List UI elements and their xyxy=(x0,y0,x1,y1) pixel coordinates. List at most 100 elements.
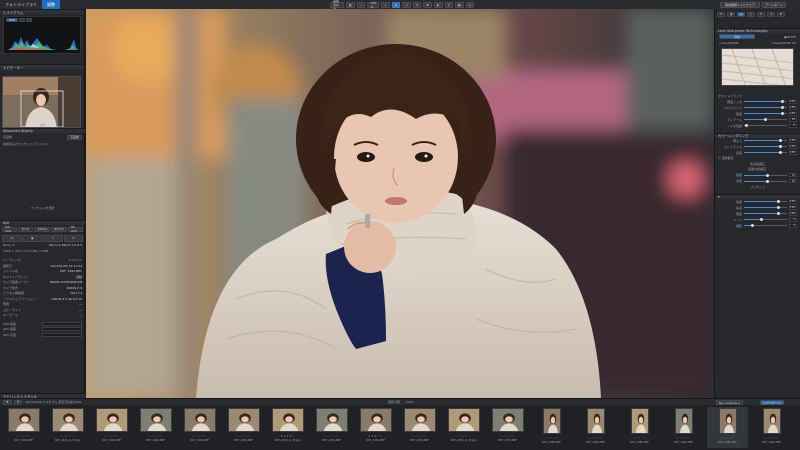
thumbnail-rating[interactable]: ☆☆☆☆☆ xyxy=(192,434,207,438)
slider-value[interactable]: 50 xyxy=(789,117,797,122)
histogram-header[interactable]: ヒストグラム xyxy=(0,9,84,15)
artboard-button[interactable]: アートボード xyxy=(762,1,786,8)
thumbnail-rating[interactable]: ☆☆☆☆☆ xyxy=(500,434,515,438)
slider-handle[interactable] xyxy=(781,112,785,115)
slider-value[interactable]: 100 xyxy=(789,205,797,210)
slider-track[interactable] xyxy=(744,139,787,142)
slider-track[interactable] xyxy=(744,100,787,103)
compare-button[interactable]: ◧ xyxy=(346,1,355,8)
thumbnail-rating[interactable]: ☆☆☆☆☆ xyxy=(236,434,251,438)
thumbnail-rating[interactable]: ☆☆☆☆☆ xyxy=(60,434,75,438)
filmstrip-thumbnail[interactable]: ☆☆☆☆☆ DSF_2454.NEF xyxy=(399,407,440,448)
slider-track[interactable] xyxy=(744,179,787,183)
slider-value[interactable]: 100 xyxy=(789,111,797,116)
slider-handle[interactable] xyxy=(764,118,767,121)
thumbnail-rating[interactable]: ☆☆☆☆☆ xyxy=(456,434,471,438)
thumbnail-rating[interactable]: ☆☆☆☆☆ xyxy=(588,436,603,440)
navigator-header[interactable]: ナビゲーター xyxy=(0,64,84,70)
option-prime[interactable]: ● PRIME xyxy=(784,34,796,40)
slider-value[interactable]: 100 xyxy=(789,138,797,143)
workspace-button[interactable]: 構成書類ミドルウェア xyxy=(720,1,760,8)
slider-value[interactable]: 50 xyxy=(789,179,797,183)
thumbnail-rating[interactable]: ★★★☆☆ xyxy=(368,434,383,438)
filmstrip-thumbnail[interactable]: ☆☆☆☆☆ DSF_2460.NEF xyxy=(619,407,660,448)
thumbnail-rating[interactable]: ☆☆☆☆☆ xyxy=(632,436,647,440)
eyedropper-icon[interactable]: ⚲ xyxy=(444,1,453,8)
filter-icon[interactable]: ⚑ xyxy=(3,399,12,405)
slider-handle[interactable] xyxy=(759,218,763,221)
custom-icon[interactable]: ★ xyxy=(777,11,785,17)
filmstrip-thumbnail[interactable]: ☆☆☆☆☆ DSF_2463.NEF xyxy=(751,407,792,448)
filmstrip-thumbnail[interactable]: ☆☆☆☆☆ DSF_2462.NEF xyxy=(707,407,748,448)
metadata-icon[interactable]: ℹ xyxy=(767,11,775,17)
repair-icon[interactable]: ✚ xyxy=(423,1,432,8)
thumbnail-rating[interactable]: ☆☆☆☆☆ xyxy=(324,434,339,438)
slider-track[interactable] xyxy=(744,112,787,115)
filmstrip-thumbnail[interactable]: ☆☆☆☆☆ DSF_2449.NEF xyxy=(179,407,220,448)
geometry-icon[interactable]: ▢ xyxy=(747,11,755,17)
filmstrip-thumbnail[interactable]: ☆☆☆☆☆ DSF_2458.NEF xyxy=(531,407,572,448)
filmstrip-thumbnail[interactable]: ☆☆☆☆☆ DSF_2445.NEF xyxy=(3,407,44,448)
slider-handle[interactable] xyxy=(779,139,783,142)
detail-preview[interactable] xyxy=(721,48,794,86)
slider-track[interactable] xyxy=(744,212,787,215)
filmstrip-thumbnail[interactable]: ☆☆☆☆☆ DSF_2456_G_3K.jpg xyxy=(443,407,484,448)
slider-value[interactable]: 100 xyxy=(789,199,797,204)
slider-handle[interactable] xyxy=(776,200,780,203)
tab-photo-library[interactable]: フォトライブラリ xyxy=(0,0,42,9)
slider-handle[interactable] xyxy=(766,173,770,177)
slider-handle[interactable] xyxy=(781,100,785,103)
sort-icon[interactable]: ⇅ xyxy=(13,399,23,405)
thumbnail-rating[interactable]: ☆☆☆☆☆ xyxy=(412,434,427,438)
filmstrip-thumbnail[interactable]: ☆☆☆☆☆ DSF_2448.NEF xyxy=(135,407,176,448)
filmstrip-thumbnail[interactable]: ☆☆☆☆☆ DSF_2461.NEF xyxy=(663,407,704,448)
filmstrip-thumbnail[interactable]: ☆☆☆☆☆ DSF_2446.NEF xyxy=(91,407,132,448)
slider-track[interactable] xyxy=(744,200,787,203)
straighten-icon[interactable]: ⊿ xyxy=(402,1,411,8)
thumbnail-rating[interactable]: ☆☆☆☆☆ xyxy=(148,434,163,438)
thumbnail-rating[interactable]: ☆☆☆☆☆ xyxy=(764,436,779,440)
slider-handle[interactable] xyxy=(776,212,780,215)
filmstrip-thumbnail[interactable]: ★★★☆☆ DSF_2452.NEF xyxy=(355,407,396,448)
slider-track[interactable] xyxy=(744,151,787,154)
zoom-value[interactable]: 100 % xyxy=(367,1,380,9)
image-viewer[interactable] xyxy=(86,9,714,398)
filmstrip-thumbnail[interactable]: ☆☆☆☆☆ DSF_2457.NEF xyxy=(487,407,528,448)
slider-handle[interactable] xyxy=(779,151,783,154)
slider-value[interactable]: 100 xyxy=(789,144,797,149)
option-deepprime-xd[interactable]: ○ DeepPRIME XD xyxy=(771,41,796,47)
detail-icon[interactable]: ◈ xyxy=(737,11,745,17)
filmstrip-thumbnail[interactable]: ☆☆☆☆☆ DSF_2459.NEF xyxy=(575,407,616,448)
slider-handle[interactable] xyxy=(779,145,783,148)
slider-handle[interactable] xyxy=(751,224,755,227)
slider-track[interactable] xyxy=(744,224,787,227)
pencil-icon[interactable]: ✎ xyxy=(412,1,422,8)
slider-value[interactable]: 0 xyxy=(789,217,797,222)
filmstrip-thumbnail[interactable]: ☆☆☆☆☆ DSF_2451.NEF xyxy=(311,407,352,448)
crop-icon[interactable]: ⊞ xyxy=(391,1,401,8)
tab-customize[interactable]: 調整 xyxy=(42,0,60,9)
slider-track[interactable] xyxy=(744,118,787,121)
slider-track[interactable] xyxy=(744,145,787,148)
slider-handle[interactable] xyxy=(781,106,785,109)
filmstrip-thumbnail[interactable]: ☆☆☆☆☆ DSF_2450.NEF xyxy=(223,407,264,448)
slider-value[interactable]: 100 xyxy=(789,150,797,155)
filmstrip-thumbnail[interactable]: ★★★★☆ DSF_2450_G_3K.jpg xyxy=(267,407,308,448)
slider-handle[interactable] xyxy=(776,206,780,209)
thumbnail-rating[interactable]: ☆☆☆☆☆ xyxy=(104,434,119,438)
thumbnail-rating[interactable]: ☆☆☆☆☆ xyxy=(544,436,559,440)
slider-handle[interactable] xyxy=(766,179,770,183)
thumbnail-rating[interactable]: ★★★★☆ xyxy=(280,434,295,438)
slider-value[interactable]: 0 xyxy=(789,123,797,128)
slider-track[interactable] xyxy=(744,124,787,127)
slider-track[interactable] xyxy=(744,106,787,109)
light-icon[interactable]: ☀ xyxy=(717,11,725,17)
gps-value-field[interactable] xyxy=(42,332,82,337)
navigator-thumbnail[interactable] xyxy=(2,76,81,128)
slider-track[interactable] xyxy=(744,206,787,209)
slider-track[interactable] xyxy=(744,173,787,177)
slider-value[interactable]: 100 xyxy=(789,99,797,104)
thumbnail-rating[interactable]: ☆☆☆☆☆ xyxy=(16,434,31,438)
option-deepprime[interactable]: ○ DeepPRIME xyxy=(719,41,739,47)
slider-value[interactable]: 100 xyxy=(789,211,797,216)
